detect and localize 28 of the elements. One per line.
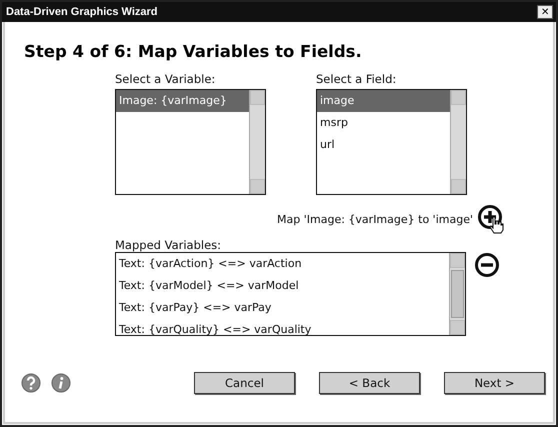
field-list[interactable]: image msrp url <box>316 89 467 195</box>
map-hint: Map 'Image: {varImage} to 'image' <box>277 212 473 226</box>
close-button[interactable]: ✕ <box>537 5 553 19</box>
list-item[interactable]: Text: {varPay} <=> varPay <box>116 297 449 319</box>
add-icon[interactable] <box>477 204 503 230</box>
remove-icon[interactable] <box>474 252 500 278</box>
list-label: Select a Variable: <box>115 72 216 86</box>
list-item[interactable]: image <box>317 90 450 112</box>
list-item[interactable]: Text: {varAction} <=> varAction <box>116 253 449 275</box>
scrollbar[interactable] <box>449 253 465 335</box>
list-item[interactable]: Text: {varModel} <=> varModel <box>116 275 449 297</box>
step-heading: Step 4 of 6: Map Variables to Fields. <box>24 42 363 61</box>
wizard-button[interactable]: Cancel <box>194 372 295 394</box>
wizard-button[interactable]: < Back <box>319 372 420 394</box>
list-label: Mapped Variables: <box>115 238 222 252</box>
list-item[interactable]: url <box>317 134 450 156</box>
help-icon[interactable] <box>21 373 41 393</box>
scrollbar[interactable] <box>249 90 265 194</box>
info-icon[interactable] <box>51 373 71 393</box>
window-title: Data-Driven Graphics Wizard <box>6 6 158 18</box>
list-item[interactable]: Image: {varImage} <box>116 90 249 112</box>
mapped-list[interactable]: Text: {varAction} <=> varAction Text: {varModel} <=> varModel Text: {varPay} <=> varPay Text: {varQuality} <=> varQuality <box>115 252 466 336</box>
hand-cursor-icon <box>489 216 504 234</box>
scrollbar[interactable] <box>450 90 466 194</box>
variable-list[interactable]: Image: {varImage} <box>115 89 266 195</box>
list-label: Select a Field: <box>316 72 396 86</box>
list-item[interactable]: msrp <box>317 112 450 134</box>
wizard-button[interactable]: Next > <box>444 372 545 394</box>
